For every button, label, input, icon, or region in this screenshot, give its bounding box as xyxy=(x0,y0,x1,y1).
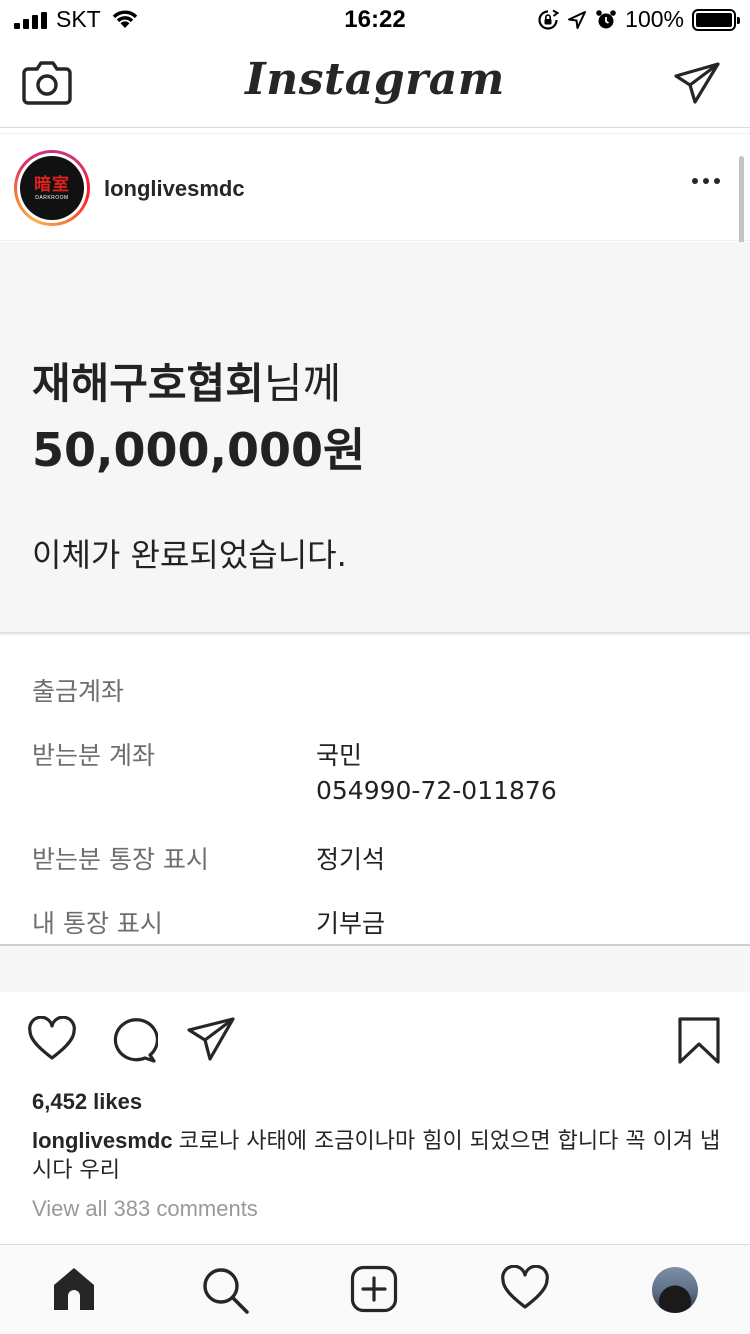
comment-bubble-icon[interactable] xyxy=(106,1016,158,1064)
recipient-suffix: 님께 xyxy=(263,359,342,408)
transfer-complete-message: 이체가 완료되었습니다. xyxy=(32,536,347,574)
recipient-account-label: 받는분 계좌 xyxy=(32,741,155,770)
recipient-display-label: 받는분 통장 표시 xyxy=(32,845,209,874)
avatar: 暗室 DARKROOM xyxy=(20,156,84,220)
share-plane-icon[interactable] xyxy=(186,1016,236,1062)
recipient-name: 재해구호협회 xyxy=(32,359,264,408)
bookmark-icon[interactable] xyxy=(676,1016,722,1066)
story-ring[interactable]: 暗室 DARKROOM xyxy=(14,150,90,226)
post-actions xyxy=(0,992,750,1088)
battery-percentage: 100% xyxy=(625,6,684,32)
instagram-logo: Instagram xyxy=(245,54,505,105)
caption-username[interactable]: longlivesmdc xyxy=(32,1128,173,1153)
post-username[interactable]: longlivesmdc xyxy=(104,176,245,202)
view-all-comments-link[interactable]: View all 383 comments xyxy=(32,1196,258,1222)
receipt-details: 출금계좌 받는분 계좌 국민 054990-72-011876 받는분 통장 표… xyxy=(0,636,750,946)
avatar-logo-text: 暗室 xyxy=(34,174,70,195)
recipient-display-value: 정기석 xyxy=(316,845,386,874)
add-post-icon[interactable] xyxy=(350,1265,398,1313)
withdraw-account-label: 출금계좌 xyxy=(32,677,125,706)
likes-count[interactable]: 6,452 likes xyxy=(32,1089,142,1115)
location-arrow-icon xyxy=(568,10,587,29)
receipt-summary: 재해구호협회님께 50,000,000원 이체가 완료되었습니다. xyxy=(0,242,750,634)
alarm-icon xyxy=(596,9,616,28)
post-header: 暗室 DARKROOM longlivesmdc xyxy=(0,133,750,241)
recipient-account-number: 054990-72-011876 xyxy=(316,776,557,805)
post-image[interactable]: 재해구호협회님께 50,000,000원 이체가 완료되었습니다. 출금계좌 받… xyxy=(0,242,750,992)
battery-icon xyxy=(692,8,740,31)
direct-message-icon[interactable] xyxy=(674,62,720,104)
search-icon[interactable] xyxy=(200,1265,250,1315)
recipient-line: 재해구호협회님께 xyxy=(32,350,341,411)
receipt-footer-area xyxy=(0,948,750,992)
status-bar: SKT 16:22 100% xyxy=(0,0,750,40)
transfer-amount: 50,000,000원 xyxy=(32,423,366,477)
avatar-logo-subtext: DARKROOM xyxy=(35,194,69,201)
home-icon[interactable] xyxy=(50,1265,98,1313)
instagram-feed-screen: SKT 16:22 100% Instagram 暗室 DARKROOM lon… xyxy=(0,0,750,1334)
more-options-icon[interactable] xyxy=(692,178,720,184)
my-display-value: 기부금 xyxy=(316,909,386,938)
activity-heart-icon[interactable] xyxy=(500,1265,550,1311)
recipient-bank: 국민 xyxy=(316,741,363,770)
app-header: Instagram xyxy=(0,40,750,128)
like-heart-icon[interactable] xyxy=(26,1016,78,1062)
my-display-label: 내 통장 표시 xyxy=(32,909,163,938)
rotation-lock-icon xyxy=(538,9,560,30)
profile-avatar[interactable] xyxy=(652,1267,698,1313)
post-caption: longlivesmdc 코로나 사태에 조금이나마 힘이 되었으면 합니다 꼭 … xyxy=(32,1126,722,1185)
bottom-tab-bar xyxy=(0,1244,750,1334)
status-right-group: 100% xyxy=(537,6,740,33)
